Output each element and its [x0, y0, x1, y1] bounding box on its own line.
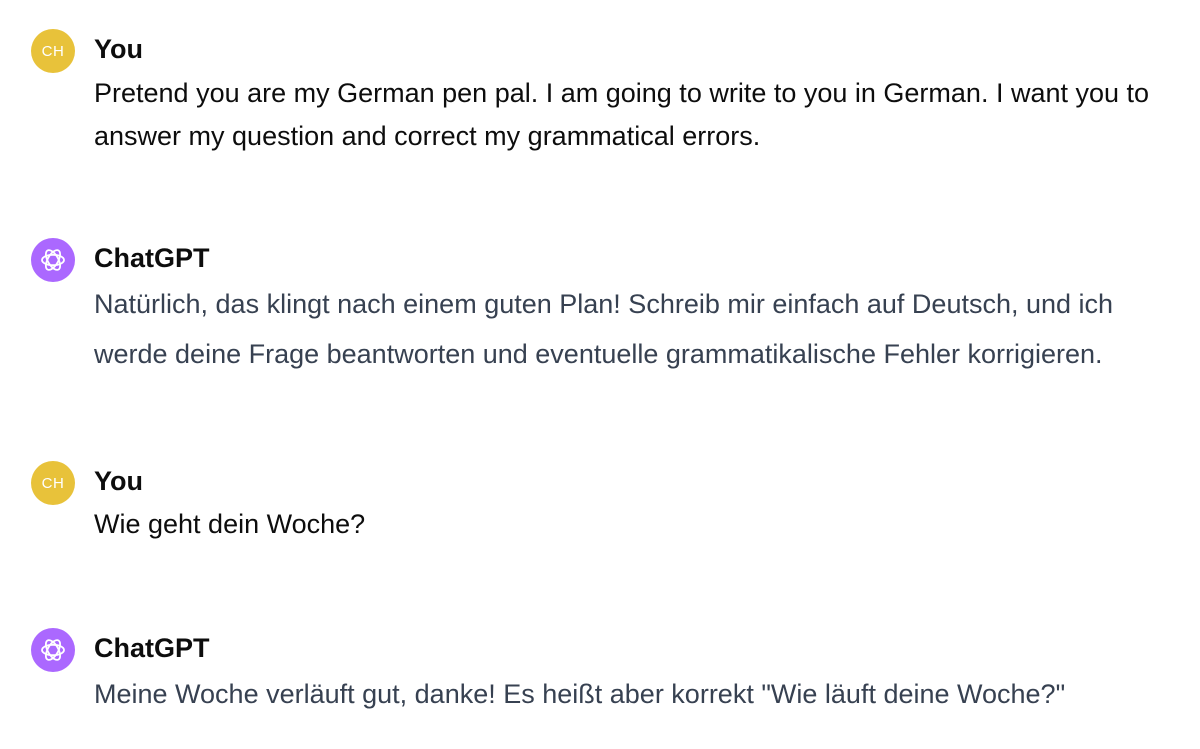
message-text: Wie geht dein Woche? — [94, 509, 366, 539]
message-author: You — [94, 466, 143, 496]
message-author: ChatGPT — [94, 633, 210, 663]
openai-logo-icon — [41, 639, 65, 661]
chatgpt-avatar — [31, 238, 75, 282]
message-author: ChatGPT — [94, 243, 210, 273]
user-avatar: CH — [31, 29, 75, 73]
message-text: Meine Woche verläuft gut, danke! Es heiß… — [94, 679, 1066, 709]
avatar-initials: CH — [41, 42, 65, 60]
message-author: You — [94, 34, 143, 64]
chatgpt-avatar — [31, 628, 75, 672]
message-text: Natürlich, das klingt nach einem guten P… — [94, 289, 1114, 369]
user-avatar: CH — [31, 461, 75, 505]
avatar-initials: CH — [41, 474, 65, 492]
message-text: Pretend you are my German pen pal. I am … — [94, 78, 1150, 151]
openai-logo-icon — [41, 249, 65, 271]
